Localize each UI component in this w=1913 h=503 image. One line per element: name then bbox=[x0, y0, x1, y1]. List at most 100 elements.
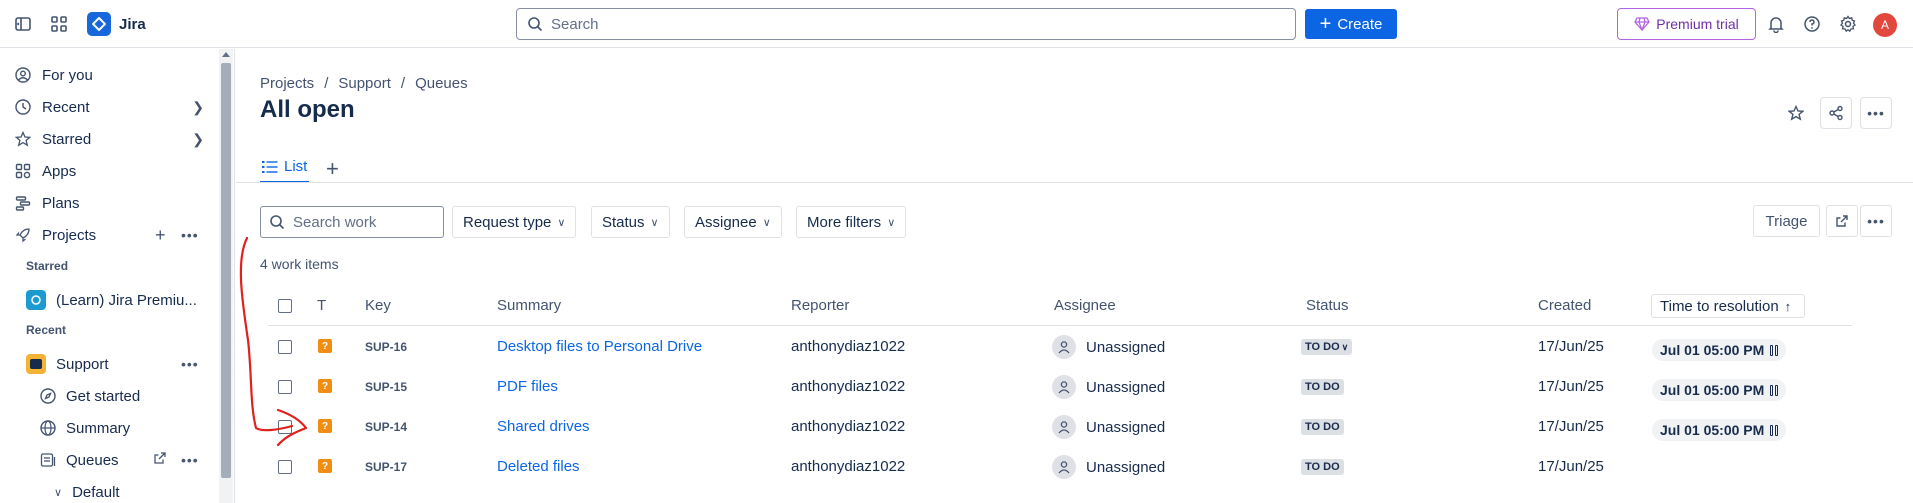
create-button[interactable]: + Create bbox=[1305, 9, 1397, 39]
select-all-checkbox[interactable] bbox=[278, 299, 292, 313]
search-icon bbox=[528, 17, 543, 32]
app-switcher-icon[interactable] bbox=[48, 13, 70, 35]
pause-icon bbox=[1770, 344, 1779, 356]
settings-gear-icon[interactable] bbox=[1837, 13, 1859, 35]
row-summary-link[interactable]: PDF files bbox=[497, 378, 558, 395]
sidebar-item-recent[interactable]: Recent ❯ bbox=[14, 95, 204, 119]
sidebar-item-default[interactable]: ∨ Default bbox=[54, 480, 214, 503]
jira-logo[interactable]: Jira bbox=[87, 12, 146, 36]
row-summary-link[interactable]: Shared drives bbox=[497, 418, 590, 435]
pause-icon bbox=[1770, 384, 1779, 396]
row-status-lozenge[interactable]: TO DO bbox=[1301, 379, 1344, 395]
project-avatar-icon bbox=[26, 290, 46, 310]
chevron-down-icon: ∨ bbox=[650, 216, 659, 229]
row-key[interactable]: SUP-16 bbox=[365, 340, 407, 354]
more-filters-button[interactable]: More filters ∨ bbox=[796, 206, 907, 238]
notifications-bell-icon[interactable] bbox=[1765, 13, 1787, 35]
star-button[interactable] bbox=[1780, 97, 1812, 129]
row-status-lozenge[interactable]: TO DO bbox=[1301, 419, 1344, 435]
row-assignee[interactable]: Unassigned bbox=[1052, 375, 1165, 399]
row-key[interactable]: SUP-15 bbox=[365, 380, 407, 394]
avatar-initial: A bbox=[1880, 18, 1889, 32]
row-status-lozenge[interactable]: TO DO bbox=[1301, 459, 1344, 475]
chevron-down-icon[interactable]: ∨ bbox=[54, 486, 62, 499]
scrollbar-thumb[interactable] bbox=[221, 63, 231, 478]
more-filters-label: More filters bbox=[807, 213, 882, 231]
column-type-header[interactable]: T bbox=[317, 297, 326, 314]
breadcrumb: Projects / Support / Queues bbox=[260, 75, 468, 92]
sidebar: For you Recent ❯ Starred ❯ Apps Plans Pr… bbox=[0, 49, 235, 503]
more-actions-button[interactable]: ••• bbox=[1860, 97, 1892, 129]
row-summary-link[interactable]: Deleted files bbox=[497, 458, 580, 475]
row-assignee[interactable]: Unassigned bbox=[1052, 335, 1165, 359]
column-time-to-resolution-header[interactable]: Time to resolution ↑ bbox=[1651, 294, 1805, 318]
row-summary-link[interactable]: Desktop files to Personal Drive bbox=[497, 338, 702, 355]
sidebar-item-summary[interactable]: Summary bbox=[40, 416, 200, 440]
sidebar-item-starred-project[interactable]: (Learn) Jira Premiu... bbox=[26, 288, 206, 312]
external-link-icon[interactable] bbox=[153, 451, 167, 469]
triage-label: Triage bbox=[1765, 212, 1808, 230]
share-button[interactable] bbox=[1820, 97, 1852, 129]
chevron-right-icon[interactable]: ❯ bbox=[192, 131, 204, 148]
compass-icon bbox=[40, 388, 56, 404]
breadcrumb-support[interactable]: Support bbox=[338, 75, 391, 92]
sidebar-toggle-icon[interactable] bbox=[12, 13, 34, 35]
more-options-icon[interactable]: ••• bbox=[181, 227, 199, 243]
sidebar-item-projects[interactable]: Projects + ••• bbox=[14, 223, 204, 247]
row-checkbox[interactable] bbox=[278, 340, 292, 354]
search-work-input[interactable]: Search work bbox=[260, 206, 444, 238]
row-assignee[interactable]: Unassigned bbox=[1052, 455, 1165, 479]
user-avatar[interactable]: A bbox=[1873, 13, 1897, 37]
row-checkbox[interactable] bbox=[278, 380, 292, 394]
row-status-label: TO DO bbox=[1305, 381, 1340, 393]
row-checkbox[interactable] bbox=[278, 420, 292, 434]
help-icon[interactable] bbox=[1801, 13, 1823, 35]
sidebar-item-for-you[interactable]: For you bbox=[14, 63, 204, 87]
triage-button[interactable]: Triage bbox=[1753, 205, 1820, 237]
add-project-plus-icon[interactable]: + bbox=[155, 225, 166, 246]
sort-ascending-arrow-icon: ↑ bbox=[1784, 298, 1792, 314]
row-ttr-label: Jul 01 05:00 PM bbox=[1660, 422, 1765, 438]
row-key[interactable]: SUP-17 bbox=[365, 460, 407, 474]
sidebar-item-support-project[interactable]: Support ••• bbox=[26, 352, 206, 376]
diamond-icon bbox=[1634, 17, 1651, 31]
assignee-filter-label: Assignee bbox=[695, 213, 757, 231]
sidebar-item-apps[interactable]: Apps bbox=[14, 159, 204, 183]
breadcrumb-queues[interactable]: Queues bbox=[415, 75, 468, 92]
assignee-filter[interactable]: Assignee ∨ bbox=[684, 206, 782, 238]
row-key[interactable]: SUP-14 bbox=[365, 420, 407, 434]
sidebar-item-get-started[interactable]: Get started bbox=[40, 384, 200, 408]
global-search-input[interactable]: Search bbox=[516, 8, 1296, 40]
row-created: 17/Jun/25 bbox=[1538, 458, 1604, 475]
chevron-right-icon[interactable]: ❯ bbox=[192, 99, 204, 116]
tab-list[interactable]: List bbox=[260, 158, 310, 183]
column-status-header[interactable]: Status bbox=[1306, 297, 1349, 314]
column-assignee-header[interactable]: Assignee bbox=[1054, 297, 1116, 314]
more-options-icon[interactable]: ••• bbox=[181, 452, 199, 468]
add-tab-plus-icon[interactable]: + bbox=[326, 156, 339, 182]
list-more-actions-button[interactable]: ••• bbox=[1860, 205, 1892, 237]
column-created-header[interactable]: Created bbox=[1538, 297, 1591, 314]
row-checkbox[interactable] bbox=[278, 460, 292, 474]
more-options-icon[interactable]: ••• bbox=[181, 356, 199, 372]
open-in-new-button[interactable] bbox=[1826, 205, 1858, 237]
sidebar-item-plans[interactable]: Plans bbox=[14, 191, 204, 215]
breadcrumb-projects[interactable]: Projects bbox=[260, 75, 314, 92]
sidebar-scrollbar[interactable] bbox=[219, 49, 233, 503]
row-status-lozenge[interactable]: TO DO ∨ bbox=[1301, 339, 1353, 355]
sidebar-item-starred[interactable]: Starred ❯ bbox=[14, 127, 204, 151]
chevron-down-icon: ∨ bbox=[762, 216, 771, 229]
column-key-header[interactable]: Key bbox=[365, 297, 391, 314]
plans-icon bbox=[14, 194, 32, 212]
column-reporter-header[interactable]: Reporter bbox=[791, 297, 849, 314]
request-type-filter[interactable]: Request type ∨ bbox=[452, 206, 577, 238]
premium-trial-button[interactable]: Premium trial bbox=[1617, 8, 1756, 40]
row-assignee-label: Unassigned bbox=[1086, 338, 1166, 356]
status-filter[interactable]: Status ∨ bbox=[591, 206, 670, 238]
column-summary-header[interactable]: Summary bbox=[497, 297, 561, 314]
user-circle-icon bbox=[14, 66, 32, 84]
scroll-up-arrow-icon[interactable] bbox=[222, 52, 230, 57]
row-assignee[interactable]: Unassigned bbox=[1052, 415, 1165, 439]
unassigned-user-icon bbox=[1052, 375, 1076, 399]
sidebar-item-queues[interactable]: Queues ••• bbox=[40, 448, 215, 472]
